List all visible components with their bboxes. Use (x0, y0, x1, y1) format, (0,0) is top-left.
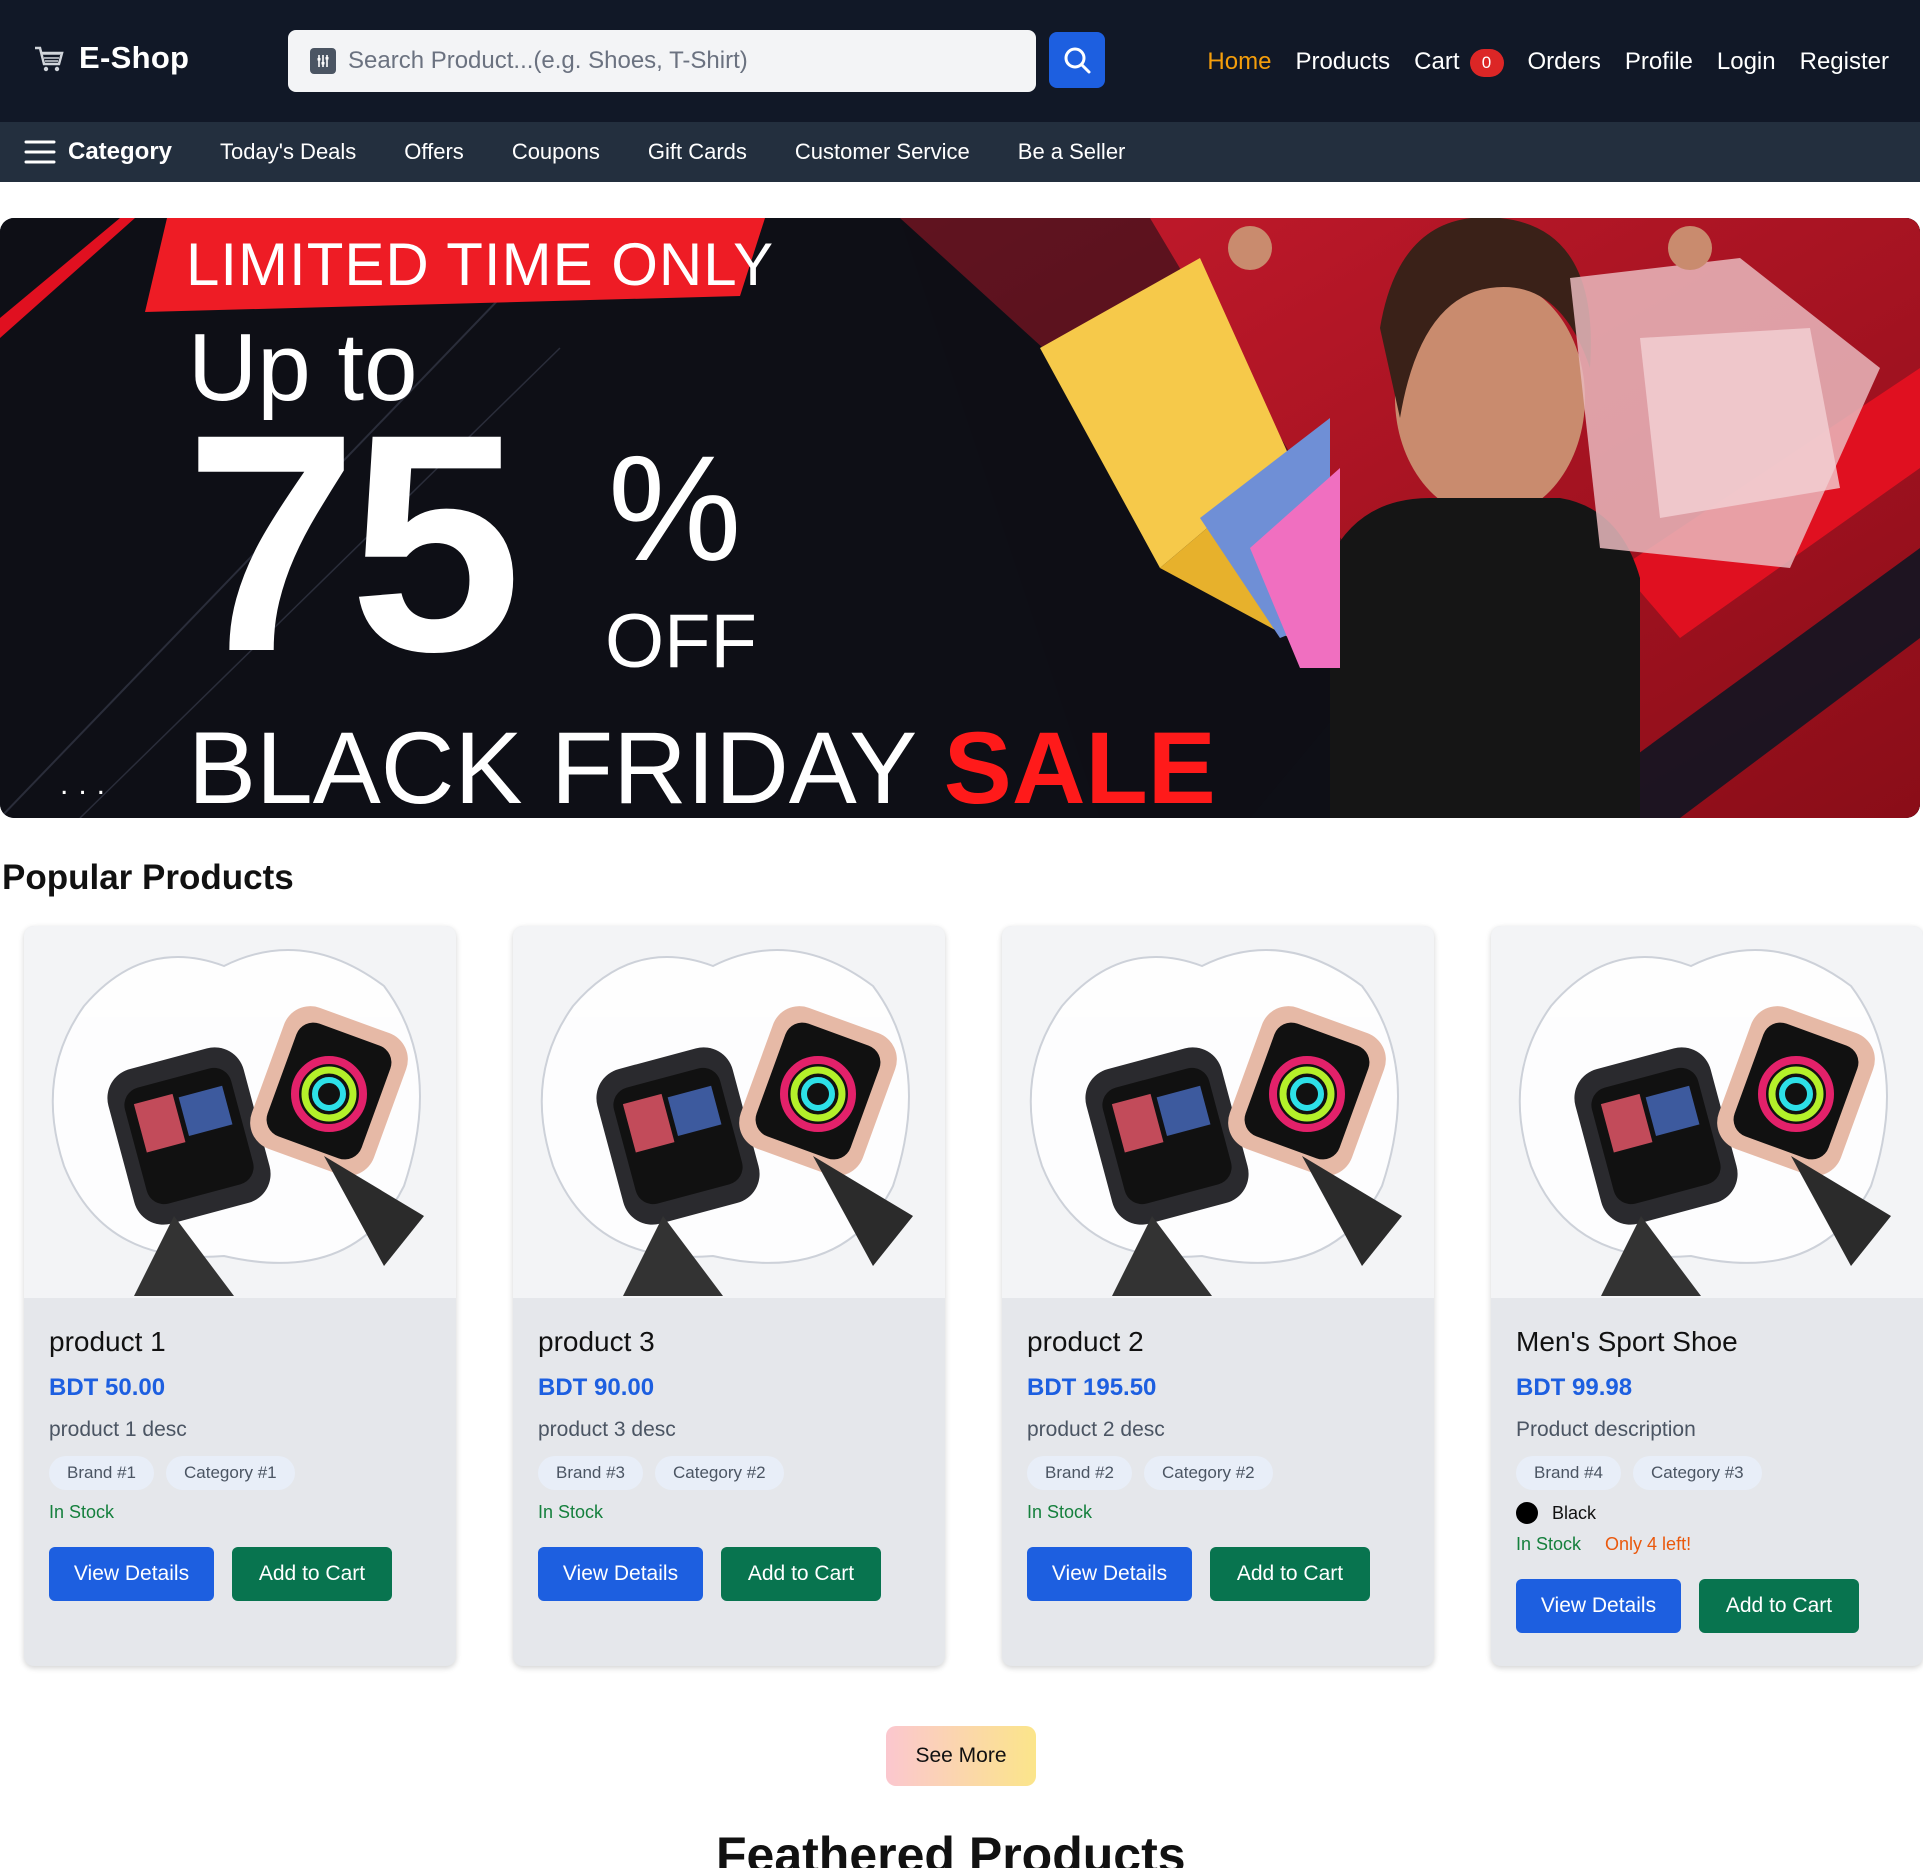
search-button[interactable] (1049, 32, 1105, 88)
view-details-button[interactable]: View Details (49, 1547, 214, 1601)
product-description: product 3 desc (538, 1418, 676, 1441)
search-icon (1064, 47, 1091, 74)
view-details-button[interactable]: View Details (538, 1547, 703, 1601)
hamburger-menu-icon (24, 140, 56, 164)
color-swatch[interactable] (1516, 1502, 1538, 1524)
category-tag: Category #2 (655, 1456, 784, 1490)
stock-status: In Stock (1516, 1534, 1582, 1554)
category-tag: Category #2 (1144, 1456, 1273, 1490)
color-swatch-row: Black (1516, 1502, 1898, 1524)
product-description: Product description (1516, 1418, 1696, 1441)
main-nav: Home Products Cart 0 Orders Profile Login… (1207, 48, 1889, 77)
view-details-button[interactable]: View Details (1027, 1547, 1192, 1601)
product-card: Men's Sport Shoe BDT 99.98 Product descr… (1491, 926, 1923, 1666)
nav-cart[interactable]: Cart 0 (1414, 48, 1504, 77)
product-name[interactable]: product 2 (1027, 1326, 1409, 1358)
product-image[interactable] (513, 926, 945, 1298)
cart-logo-icon (35, 46, 64, 72)
category-menu-button[interactable]: Category (24, 138, 172, 166)
color-name: Black (1552, 1502, 1597, 1523)
search-bar (288, 30, 1036, 92)
brand-tag: Brand #4 (1516, 1456, 1621, 1490)
brand-tag: Brand #1 (49, 1456, 154, 1490)
brand-tag: Brand #2 (1027, 1456, 1132, 1490)
banner-headline-text: BLACK FRIDAY (188, 711, 916, 818)
popular-products-title: Popular Products (2, 858, 294, 897)
stock-status: In Stock (1027, 1502, 1093, 1522)
banner-headline: BLACK FRIDAY SALE (188, 710, 1216, 818)
nav-register[interactable]: Register (1800, 48, 1889, 76)
smartwatch-image (51, 949, 424, 1296)
category-label: Category (68, 138, 173, 165)
add-to-cart-button[interactable]: Add to Cart (721, 1547, 881, 1601)
product-name[interactable]: product 1 (49, 1326, 431, 1358)
category-navbar: Category Today's Deals Offers Coupons Gi… (0, 122, 1920, 182)
product-card: product 3 BDT 90.00 product 3 desc Brand… (513, 926, 945, 1666)
banner-off: OFF (605, 599, 757, 684)
low-stock-warning: Only 4 left! (1605, 1534, 1692, 1554)
stock-status: In Stock (49, 1502, 115, 1522)
category-tag: Category #1 (166, 1456, 295, 1490)
product-card: product 1 BDT 50.00 product 1 desc Brand… (24, 926, 456, 1666)
product-name[interactable]: Men's Sport Shoe (1516, 1326, 1898, 1358)
cart-count-badge: 0 (1469, 48, 1504, 77)
search-input[interactable] (348, 47, 988, 75)
subnav-customer-service[interactable]: Customer Service (795, 139, 970, 165)
brand-name: E-Shop (79, 40, 190, 75)
subnav-todays-deals[interactable]: Today's Deals (220, 139, 356, 165)
view-details-button[interactable]: View Details (1516, 1579, 1681, 1633)
nav-login[interactable]: Login (1717, 48, 1776, 76)
product-image[interactable] (24, 926, 456, 1298)
see-more-button[interactable]: See More (886, 1726, 1036, 1786)
product-price: BDT 50.00 (49, 1374, 166, 1401)
smartwatch-image (1029, 949, 1402, 1296)
stock-status: In Stock (538, 1502, 604, 1522)
subnav-be-a-seller[interactable]: Be a Seller (1018, 139, 1126, 165)
subnav-gift-cards[interactable]: Gift Cards (648, 139, 747, 165)
category-tag: Category #3 (1633, 1456, 1762, 1490)
product-price: BDT 90.00 (538, 1374, 655, 1401)
smartwatch-image (540, 949, 913, 1296)
promo-banner[interactable]: LIMITED TIME ONLY Up to 75 % OFF BLACK F… (0, 218, 1920, 818)
subnav-coupons[interactable]: Coupons (512, 139, 600, 165)
product-description: product 1 desc (49, 1418, 187, 1441)
smartwatch-image (1518, 949, 1891, 1296)
banner-percent-sign: % (608, 424, 742, 592)
add-to-cart-button[interactable]: Add to Cart (232, 1547, 392, 1601)
banner-headline-accent: SALE (943, 711, 1216, 818)
product-image[interactable] (1491, 926, 1923, 1298)
nav-profile[interactable]: Profile (1625, 48, 1693, 76)
add-to-cart-button[interactable]: Add to Cart (1210, 1547, 1370, 1601)
product-description: product 2 desc (1027, 1418, 1165, 1441)
product-card: product 2 BDT 195.50 product 2 desc Bran… (1002, 926, 1434, 1666)
top-navbar: E-Shop Home Products Cart 0 Orders Profil… (0, 0, 1920, 122)
banner-tagline: LIMITED TIME ONLY (186, 231, 775, 298)
product-name[interactable]: product 3 (538, 1326, 920, 1358)
nav-products[interactable]: Products (1295, 48, 1390, 76)
nav-home[interactable]: Home (1207, 48, 1271, 76)
featured-products-title: Feathered Products (716, 1827, 1186, 1868)
product-price: BDT 195.50 (1027, 1374, 1157, 1401)
carousel-dots[interactable]: ... (60, 768, 115, 802)
add-to-cart-button[interactable]: Add to Cart (1699, 1579, 1859, 1633)
subnav-offers[interactable]: Offers (404, 139, 464, 165)
nav-cart-label: Cart (1414, 48, 1460, 75)
filter-icon[interactable] (310, 48, 336, 74)
product-image[interactable] (1002, 926, 1434, 1298)
brand-tag: Brand #3 (538, 1456, 643, 1490)
banner-percent: 75 (185, 369, 522, 716)
brand-logo[interactable]: E-Shop (33, 40, 189, 76)
nav-orders[interactable]: Orders (1528, 48, 1601, 76)
product-price: BDT 99.98 (1516, 1374, 1633, 1401)
